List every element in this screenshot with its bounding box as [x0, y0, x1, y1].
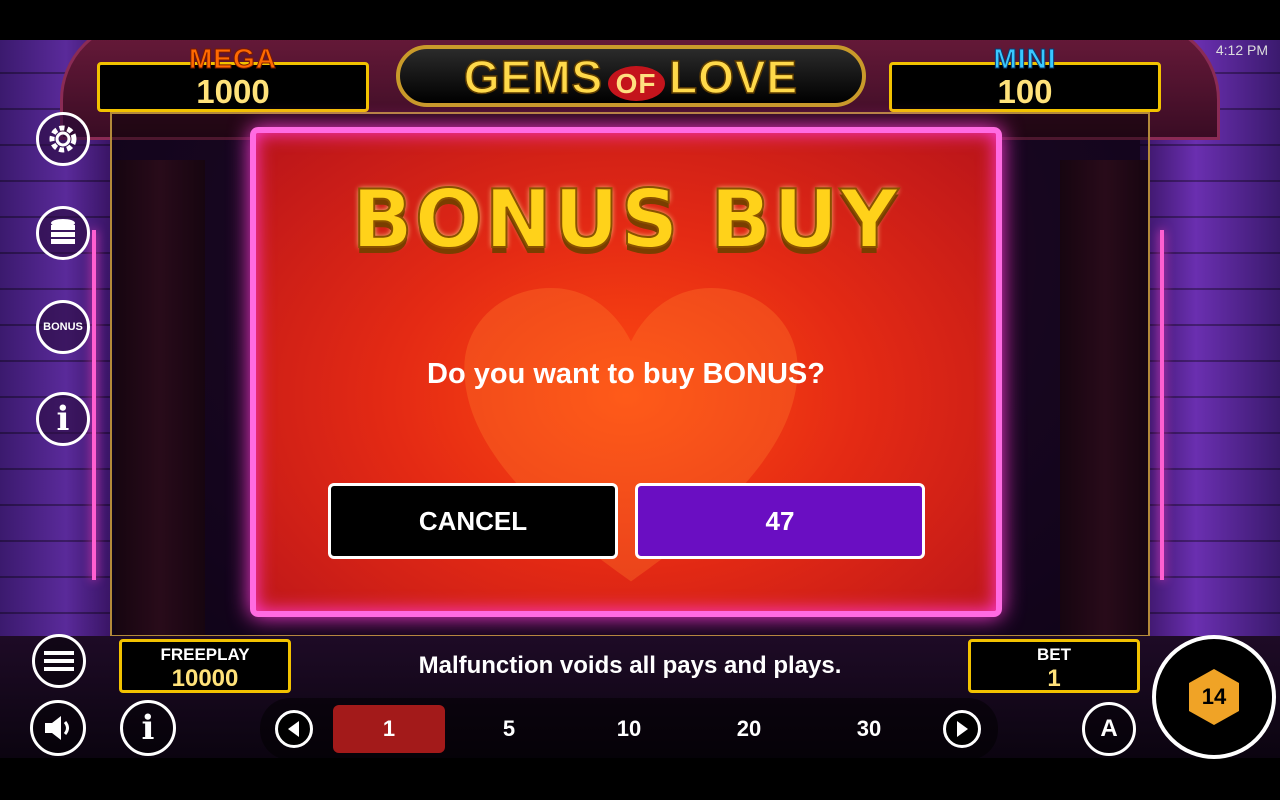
mini-jackpot-value: 100: [997, 73, 1053, 110]
bet-decrease-button[interactable]: [275, 710, 313, 748]
bonus-dollar-icon: BONUS: [43, 321, 83, 333]
arrow-left-icon: [288, 721, 299, 737]
cancel-button[interactable]: CANCEL: [328, 483, 618, 559]
dialog-title: BONUS BUY: [351, 172, 901, 267]
spin-button[interactable]: 14: [1152, 635, 1276, 759]
spin-icon: 14: [1189, 669, 1239, 725]
bonus-buy-button[interactable]: BONUS: [36, 300, 90, 354]
bet-option-20[interactable]: 20: [693, 705, 805, 753]
bet-option-10[interactable]: 10: [573, 705, 685, 753]
bet-option-1[interactable]: 1: [333, 705, 445, 753]
coin-stack-icon: [51, 219, 75, 244]
freeplay-label: FREEPLAY: [160, 645, 250, 664]
hamburger-icon: [44, 651, 74, 671]
bet-label: BET: [1037, 645, 1071, 664]
logo-gems: GEMS: [463, 50, 604, 104]
bet-option-30[interactable]: 30: [813, 705, 925, 753]
logo-love: LOVE: [668, 50, 799, 104]
malfunction-notice: Malfunction voids all pays and plays.: [418, 652, 842, 679]
coins-button[interactable]: [36, 206, 90, 260]
bet-option-5[interactable]: 5: [453, 705, 565, 753]
game-logo: GEMS OF LOVE: [396, 45, 866, 107]
autoplay-button[interactable]: A: [1082, 702, 1136, 756]
buy-bonus-button[interactable]: 47: [635, 483, 925, 559]
autoplay-icon: A: [1100, 715, 1118, 742]
dialog-question: Do you want to buy BONUS?: [427, 358, 825, 390]
left-neon-strip: [92, 230, 96, 580]
mega-jackpot-label: MEGA: [189, 43, 277, 75]
menu-button[interactable]: [32, 634, 86, 688]
paytable-button[interactable]: i: [120, 700, 176, 756]
bonus-buy-dialog: BONUS BUY Do you want to buy BONUS? CANC…: [250, 127, 1002, 617]
mega-jackpot: MEGA 1000: [97, 43, 369, 112]
bet-box: BET 1: [968, 639, 1140, 693]
gear-icon: [49, 125, 77, 153]
mini-jackpot-label: MINI: [993, 43, 1057, 75]
settings-button[interactable]: [36, 112, 90, 166]
info-icon: i: [56, 399, 70, 439]
arrow-right-icon: [957, 721, 968, 737]
mini-jackpot: MINI 100: [889, 43, 1161, 112]
info-button[interactable]: i: [36, 392, 90, 446]
speaker-icon: [45, 716, 69, 740]
sound-button[interactable]: [30, 700, 86, 756]
freeplay-box: FREEPLAY 10000: [119, 639, 291, 693]
logo-of: OF: [607, 66, 665, 101]
status-time: 4:12 PM: [1215, 42, 1268, 58]
mega-jackpot-value: 1000: [196, 73, 270, 110]
bet-increase-button[interactable]: [943, 710, 981, 748]
freeplay-value: 10000: [171, 665, 239, 692]
bet-value: 1: [1047, 665, 1061, 692]
info-icon: i: [141, 708, 155, 748]
right-neon-strip: [1160, 230, 1164, 580]
